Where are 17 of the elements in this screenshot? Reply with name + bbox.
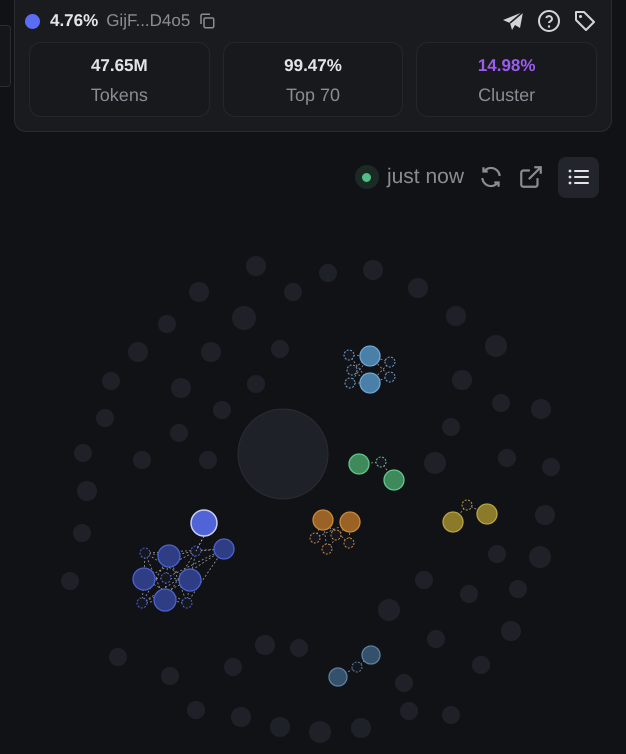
external-link-icon[interactable] (518, 164, 544, 190)
help-icon[interactable] (537, 9, 561, 33)
status-dot (25, 14, 40, 28)
tag-icon[interactable] (573, 9, 597, 33)
updated-time: just now (386, 165, 464, 189)
stat-label: Cluster (478, 85, 536, 106)
copy-icon[interactable] (198, 12, 216, 30)
stat-value: 47.65M (90, 56, 148, 76)
live-indicator-icon (354, 165, 379, 189)
stat-label: Top 70 (286, 85, 340, 106)
wallet-address: GijF...D4o5 (106, 11, 190, 31)
list-view-button[interactable] (558, 156, 599, 198)
stat-value: 14.98% (478, 56, 536, 76)
stat-value: 99.47% (284, 56, 342, 76)
stat-label: Tokens (90, 85, 148, 106)
list-icon (568, 168, 590, 186)
holding-percent: 4.76% (50, 11, 98, 31)
